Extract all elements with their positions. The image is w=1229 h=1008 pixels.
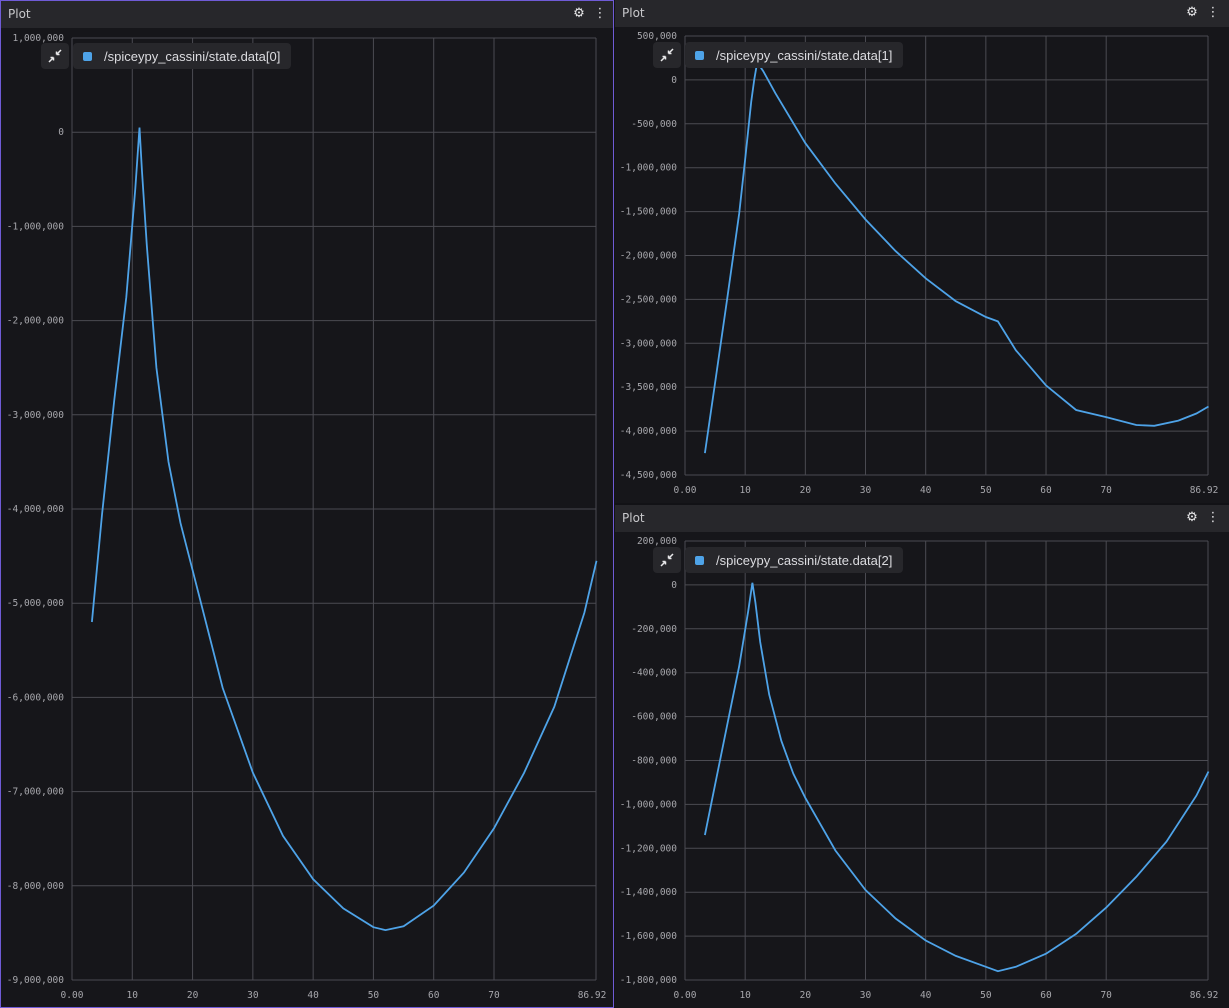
y-tick-label: -4,000,000 (7, 504, 64, 515)
y-tick-label: -6,000,000 (7, 692, 64, 703)
y-tick-label: -1,800,000 (620, 975, 677, 986)
y-tick-label: 0 (671, 75, 677, 86)
series-swatch (695, 50, 704, 60)
y-tick-label: -4,000,000 (620, 426, 677, 437)
y-tick-label: -2,500,000 (620, 294, 677, 305)
legend-entry[interactable]: /spiceypy_cassini/state.data[0] (73, 43, 292, 69)
x-tick-label: 40 (307, 990, 319, 1001)
x-tick-label: 86.92 (1190, 990, 1219, 1001)
series-swatch (83, 51, 92, 61)
panel-title: Plot (622, 6, 645, 20)
x-tick-label: 30 (860, 485, 872, 496)
x-tick-label: 86.92 (1190, 485, 1219, 496)
y-tick-label: -600,000 (631, 712, 677, 723)
x-tick-label: 20 (800, 990, 812, 1001)
gear-icon[interactable]: ⚙ (1184, 4, 1200, 22)
legend: /spiceypy_cassini/state.data[0] (41, 43, 292, 69)
legend-label: /spiceypy_cassini/state.data[0] (104, 48, 281, 64)
y-tick-label: -2,000,000 (620, 251, 677, 262)
y-tick-label: -1,000,000 (620, 799, 677, 810)
x-tick-label: 40 (920, 485, 932, 496)
series-line (91, 127, 598, 932)
series-swatch (695, 555, 704, 565)
plot-panel-top-right[interactable]: Plot ⚙ ⋮ 500,000 0 -500,000 -1,000,000 -1,50… (615, 0, 1229, 503)
plot-area[interactable]: 500,000 0 -500,000 -1,000,000 -1,500,000 -2,0… (615, 27, 1229, 503)
y-tick-label: 200,000 (637, 536, 677, 547)
x-tick-label: 50 (980, 990, 992, 1001)
x-tick-label: 70 (1100, 990, 1112, 1001)
plot-panel-bottom-right[interactable]: Plot ⚙ ⋮ 200,000 0 -200,000 -400,000 -600,00… (615, 505, 1229, 1008)
panel-header: Plot ⚙ ⋮ (1, 1, 613, 28)
panel-header: Plot ⚙ ⋮ (615, 0, 1229, 27)
x-tick-label: 60 (428, 990, 440, 1001)
x-tick-label: 0.00 (674, 485, 697, 496)
x-tick-label: 60 (1040, 485, 1052, 496)
y-tick-label: 0 (671, 580, 677, 591)
x-tick-label: 70 (1100, 485, 1112, 496)
y-tick-label: -400,000 (631, 668, 677, 679)
legend-label: /spiceypy_cassini/state.data[2] (716, 552, 893, 568)
gear-icon[interactable]: ⚙ (1184, 509, 1200, 527)
y-tick-label: -3,500,000 (620, 382, 677, 393)
x-tick-label: 0.00 (674, 990, 697, 1001)
x-tick-label: 20 (187, 990, 199, 1001)
y-tick-label: 0 (58, 127, 64, 138)
gear-icon[interactable]: ⚙ (571, 5, 587, 23)
panel-title: Plot (8, 7, 31, 21)
x-tick-label: 60 (1040, 990, 1052, 1001)
legend: /spiceypy_cassini/state.data[2] (653, 547, 904, 573)
y-tick-label: -800,000 (631, 756, 677, 767)
vertical-ellipsis-icon[interactable]: ⋮ (592, 5, 608, 23)
y-tick-label: -500,000 (631, 119, 677, 130)
y-tick-label: -1,000,000 (7, 221, 64, 232)
y-tick-label: 500,000 (637, 31, 677, 42)
x-tick-label: 50 (980, 485, 992, 496)
y-tick-label: -1,500,000 (620, 207, 677, 218)
x-tick-label: 20 (800, 485, 812, 496)
vertical-ellipsis-icon[interactable]: ⋮ (1205, 509, 1221, 527)
y-tick-label: -4,500,000 (620, 470, 677, 481)
legend: /spiceypy_cassini/state.data[1] (653, 42, 904, 68)
panel-title: Plot (622, 511, 645, 525)
y-tick-label: -1,200,000 (620, 843, 677, 854)
x-tick-label: 86.92 (578, 990, 607, 1001)
legend-entry[interactable]: /spiceypy_cassini/state.data[1] (685, 42, 904, 68)
x-tick-label: 10 (127, 990, 139, 1001)
x-tick-label: 30 (860, 990, 872, 1001)
panel-header: Plot ⚙ ⋮ (615, 505, 1229, 532)
legend-entry[interactable]: /spiceypy_cassini/state.data[2] (685, 547, 904, 573)
plot-panel-left[interactable]: Plot ⚙ ⋮ 1,000,000 0 -1,000,000 -2,000,000-… (0, 0, 614, 1008)
collapse-arrows-icon[interactable] (653, 42, 681, 68)
y-tick-label: -7,000,000 (7, 787, 64, 798)
collapse-arrows-icon[interactable] (41, 43, 69, 69)
y-tick-label: -9,000,000 (7, 975, 64, 986)
x-tick-label: 10 (739, 485, 751, 496)
y-tick-label: -2,000,000 (7, 316, 64, 327)
plot-area[interactable]: 1,000,0000-1,000,000-2,000,000-3,000,000… (1, 28, 613, 1008)
y-tick-label: -8,000,000 (7, 881, 64, 892)
legend-label: /spiceypy_cassini/state.data[1] (716, 47, 893, 63)
collapse-arrows-icon[interactable] (653, 547, 681, 573)
y-tick-label: -1,600,000 (620, 931, 677, 942)
y-tick-label: -1,000,000 (620, 163, 677, 174)
y-tick-label: -3,000,000 (7, 410, 64, 421)
y-tick-label: -1,400,000 (620, 887, 677, 898)
y-tick-label: -200,000 (631, 624, 677, 635)
x-tick-label: 40 (920, 990, 932, 1001)
x-tick-label: 50 (368, 990, 380, 1001)
vertical-ellipsis-icon[interactable]: ⋮ (1205, 4, 1221, 22)
x-tick-label: 70 (488, 990, 500, 1001)
series-line (704, 59, 1209, 454)
x-tick-label: 10 (739, 990, 751, 1001)
plot-area[interactable]: 200,000 0 -200,000 -400,000 -600,000 -800,000… (615, 532, 1229, 1008)
series-line (704, 582, 1210, 973)
y-tick-label: -3,000,000 (620, 338, 677, 349)
y-tick-label: -5,000,000 (7, 598, 64, 609)
x-tick-label: 30 (247, 990, 259, 1001)
x-tick-label: 0.00 (61, 990, 84, 1001)
